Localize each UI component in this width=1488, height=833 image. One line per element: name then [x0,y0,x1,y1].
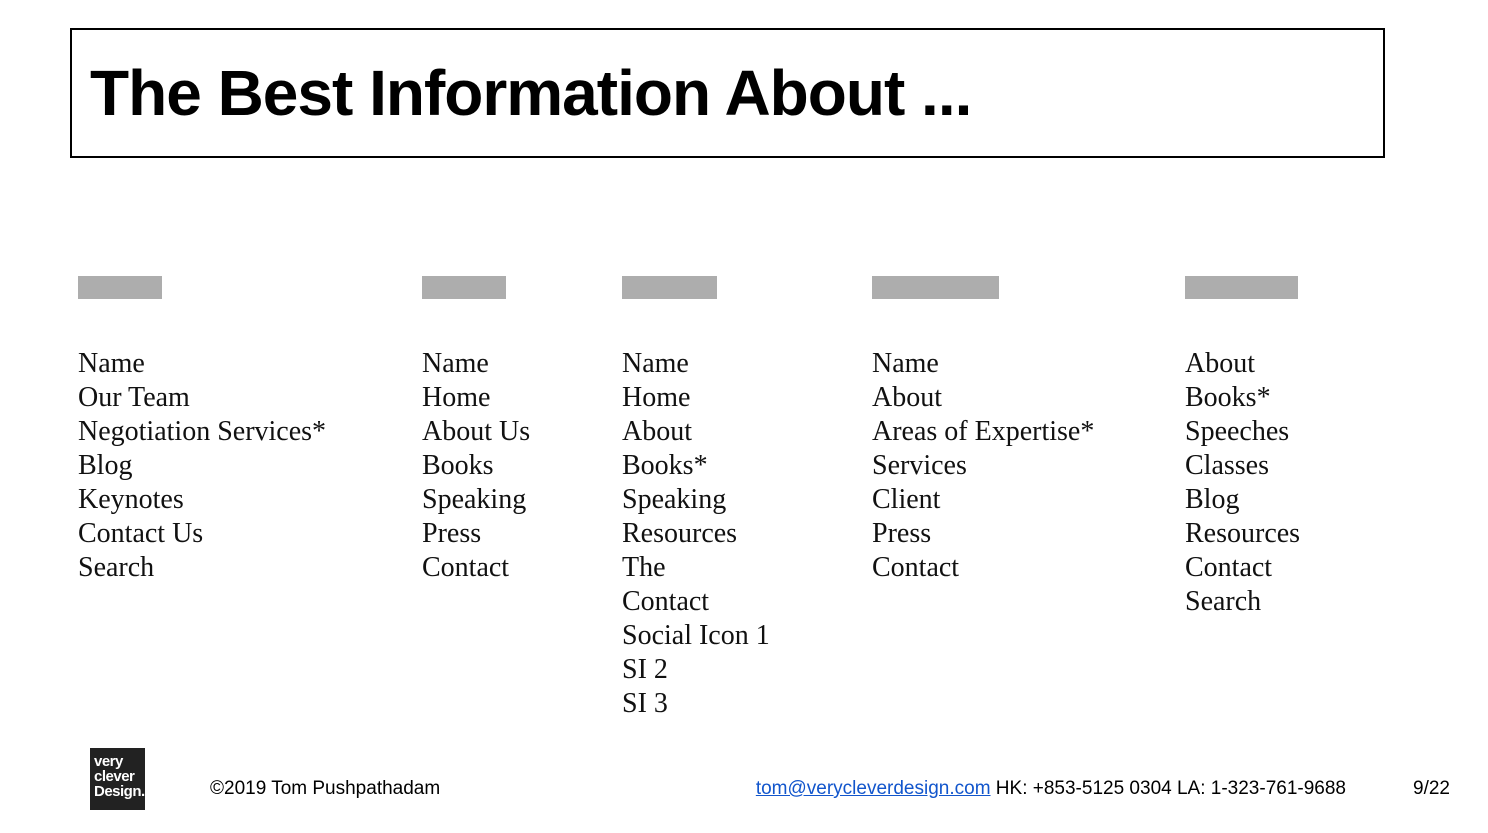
list-item: Our Team [78,381,422,415]
list-item: SI 3 [622,687,872,721]
logo-line: very [94,754,141,769]
page-number: 9/22 [1413,778,1450,800]
list-item: Books* [1185,381,1385,415]
list-item: Speaking [622,483,872,517]
list-item: Press [872,517,1185,551]
list-item: Name [622,347,872,381]
list-item: Services [872,449,1185,483]
copyright: ©2019 Tom Pushpathadam [210,778,440,800]
list-item: The [622,551,872,585]
list-item: Contact [872,551,1185,585]
list-item: Home [622,381,872,415]
title-box: The Best Information About ... [70,28,1385,158]
list-item: Blog [1185,483,1385,517]
list-item: Search [78,551,422,585]
list-item: Contact [1185,551,1385,585]
list-item: Name [872,347,1185,381]
column-header-swatch [422,276,506,299]
list-item: Speaking [422,483,622,517]
logo-line: clever [94,769,141,784]
page-title: The Best Information About ... [90,56,971,130]
column-header-swatch [622,276,717,299]
list-item: Blog [78,449,422,483]
columns-container: NameOur TeamNegotiation Services*BlogKey… [78,276,1418,721]
list-item: Contact Us [78,517,422,551]
contact-info: tom@verycleverdesign.com HK: +853-5125 0… [756,778,1346,800]
list-item: Negotiation Services* [78,415,422,449]
column-5: AboutBooks*SpeechesClassesBlogResourcesC… [1185,276,1385,619]
list-item: Keynotes [78,483,422,517]
column-header-swatch [78,276,162,299]
list-item: Books [422,449,622,483]
list-item: Name [78,347,422,381]
list-item: Home [422,381,622,415]
column-3: NameHomeAboutBooks*SpeakingResourcesTheC… [622,276,872,721]
column-2: NameHomeAbout UsBooksSpeakingPressContac… [422,276,622,585]
list-item: About [872,381,1185,415]
contact-email-link[interactable]: tom@verycleverdesign.com [756,778,991,799]
list-item: Resources [1185,517,1385,551]
list-item: Press [422,517,622,551]
list-item: Contact [622,585,872,619]
logo-line: Design. [94,784,141,799]
list-item: Classes [1185,449,1385,483]
list-item: Resources [622,517,872,551]
list-item: Social Icon 1 [622,619,872,653]
list-item: Name [422,347,622,381]
slide: The Best Information About ... NameOur T… [0,0,1488,833]
column-items: NameHomeAbout UsBooksSpeakingPressContac… [422,347,622,585]
contact-phones: HK: +853-5125 0304 LA: 1-323-761-9688 [991,778,1346,799]
list-item: Speeches [1185,415,1385,449]
list-item: Contact [422,551,622,585]
list-item: About Us [422,415,622,449]
column-items: AboutBooks*SpeechesClassesBlogResourcesC… [1185,347,1385,619]
column-items: NameAboutAreas of Expertise*ServicesClie… [872,347,1185,585]
column-header-swatch [872,276,999,299]
list-item: Search [1185,585,1385,619]
column-items: NameOur TeamNegotiation Services*BlogKey… [78,347,422,585]
column-1: NameOur TeamNegotiation Services*BlogKey… [78,276,422,585]
list-item: Books* [622,449,872,483]
list-item: About [1185,347,1385,381]
column-4: NameAboutAreas of Expertise*ServicesClie… [872,276,1185,585]
list-item: Client [872,483,1185,517]
list-item: Areas of Expertise* [872,415,1185,449]
footer: very clever Design. ©2019 Tom Pushpathad… [0,736,1488,806]
column-header-swatch [1185,276,1298,299]
logo: very clever Design. [90,748,145,810]
list-item: About [622,415,872,449]
list-item: SI 2 [622,653,872,687]
column-items: NameHomeAboutBooks*SpeakingResourcesTheC… [622,347,872,721]
